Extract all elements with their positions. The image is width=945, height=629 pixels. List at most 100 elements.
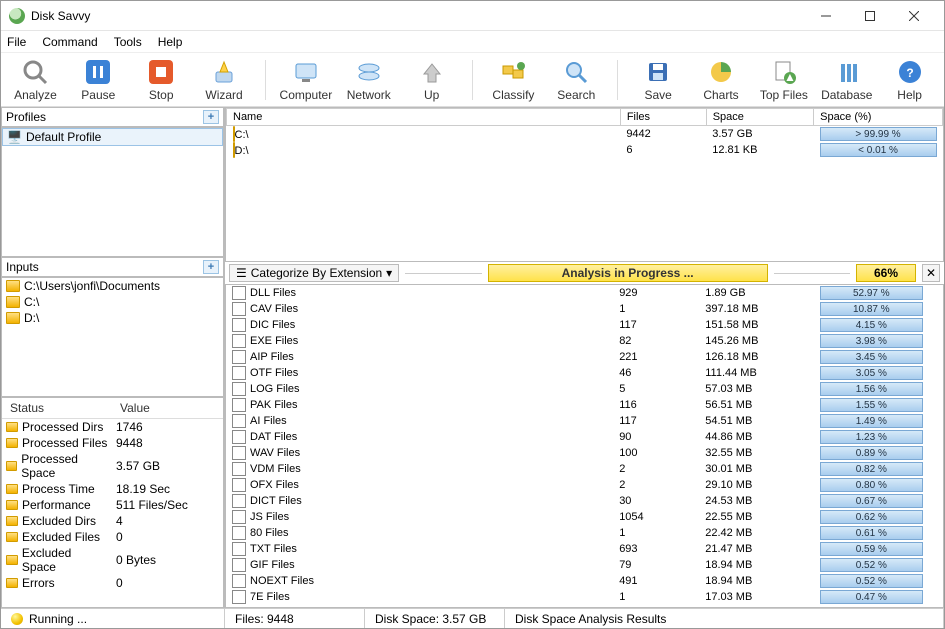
pct-bar: 0.80 %	[820, 478, 923, 492]
database-button[interactable]: Database	[820, 58, 873, 102]
col-space[interactable]: Space	[706, 109, 813, 126]
file-icon	[232, 574, 246, 588]
menu-help[interactable]: Help	[158, 35, 183, 49]
ext-row[interactable]: VDM Files230.01 MB0.82 %	[226, 461, 943, 477]
categorize-dropdown[interactable]: ☰ Categorize By Extension ▾	[229, 264, 399, 282]
pct-bar: 3.45 %	[820, 350, 923, 364]
input-row[interactable]: C:\Users\jonfi\Documents	[2, 278, 223, 294]
stop-button[interactable]: Stop	[135, 58, 188, 102]
ext-row[interactable]: PAK Files11656.51 MB1.55 %	[226, 397, 943, 413]
classify-button[interactable]: Classify	[487, 58, 540, 102]
ext-row[interactable]: JS Files105422.55 MB0.62 %	[226, 509, 943, 525]
computer-button-icon	[292, 58, 320, 86]
ext-row[interactable]: WAV Files10032.55 MB0.89 %	[226, 445, 943, 461]
file-icon	[232, 526, 246, 540]
pause-button[interactable]: Pause	[72, 58, 125, 102]
minimize-button[interactable]	[804, 2, 848, 30]
status-value: 511 Files/Sec	[112, 497, 223, 513]
ext-row[interactable]: TXT Files69321.47 MB0.59 %	[226, 541, 943, 557]
menubar: File Command Tools Help	[1, 31, 944, 53]
save-button-icon	[644, 58, 672, 86]
drive-row[interactable]: D:\612.81 KB< 0.01 %	[227, 142, 943, 158]
extension-list[interactable]: DLL Files9291.89 GB52.97 %CAV Files1397.…	[225, 284, 944, 608]
ext-row[interactable]: DAT Files9044.86 MB1.23 %	[226, 429, 943, 445]
search-button[interactable]: Search	[550, 58, 603, 102]
svg-text:▲: ▲	[784, 70, 796, 84]
col-name[interactable]: Name	[227, 109, 621, 126]
pct-bar: 0.67 %	[820, 494, 923, 508]
analyze-button-icon	[21, 58, 49, 86]
categorize-bar: ☰ Categorize By Extension ▾ Analysis in …	[225, 262, 944, 284]
ext-row[interactable]: 80 Files122.42 MB0.61 %	[226, 525, 943, 541]
profile-label: Default Profile	[26, 130, 101, 144]
status-value: 4	[112, 513, 223, 529]
ext-row[interactable]: CAV Files1397.18 MB10.87 %	[226, 301, 943, 317]
folder-icon	[6, 296, 20, 308]
file-icon	[232, 510, 246, 524]
ext-row[interactable]: AI Files11754.51 MB1.49 %	[226, 413, 943, 429]
ext-row[interactable]: GIF Files7918.94 MB0.52 %	[226, 557, 943, 573]
profile-row[interactable]: 🖥️ Default Profile	[2, 128, 223, 146]
classify-button-icon	[499, 58, 527, 86]
ext-row[interactable]: NOEXT Files49118.94 MB0.52 %	[226, 573, 943, 589]
analyze-button[interactable]: Analyze	[9, 58, 62, 102]
up-button[interactable]: Up	[405, 58, 458, 102]
ext-row[interactable]: OFX Files229.10 MB0.80 %	[226, 477, 943, 493]
pct-bar: 3.05 %	[820, 366, 923, 380]
ext-row[interactable]: DLL Files9291.89 GB52.97 %	[226, 285, 943, 301]
status-label: Processed Dirs	[2, 419, 112, 435]
close-button[interactable]	[892, 2, 936, 30]
status-panel: Status Value Processed Dirs1746Processed…	[1, 397, 224, 608]
folder-icon	[233, 126, 235, 142]
list-icon: ☰	[236, 266, 247, 280]
status-value: 0 Bytes	[112, 545, 223, 575]
col-space-pct[interactable]: Space (%)	[814, 109, 943, 126]
topfiles-button[interactable]: ▲Top Files	[757, 58, 810, 102]
file-icon	[232, 302, 246, 316]
progress-percent: 66%	[856, 264, 916, 282]
close-analysis-button[interactable]: ✕	[922, 264, 940, 282]
menu-tools[interactable]: Tools	[114, 35, 142, 49]
database-button-icon	[833, 58, 861, 86]
file-icon	[232, 558, 246, 572]
window-title: Disk Savvy	[31, 9, 804, 23]
add-profile-button[interactable]: +	[203, 110, 219, 124]
file-icon	[232, 286, 246, 300]
ext-row[interactable]: 7E Files117.03 MB0.47 %	[226, 589, 943, 605]
wizard-button[interactable]: Wizard	[198, 58, 251, 102]
save-button[interactable]: Save	[632, 58, 685, 102]
status-label: Processed Files	[2, 435, 112, 451]
ext-row[interactable]: DIC Files117151.58 MB4.15 %	[226, 317, 943, 333]
file-icon	[232, 382, 246, 396]
ext-row[interactable]: OTF Files46111.44 MB3.05 %	[226, 365, 943, 381]
input-row[interactable]: C:\	[2, 294, 223, 310]
file-icon	[232, 462, 246, 476]
file-icon	[232, 430, 246, 444]
col-files[interactable]: Files	[620, 109, 706, 126]
input-row[interactable]: D:\	[2, 310, 223, 326]
statusbar: Running ... Files: 9448 Disk Space: 3.57…	[1, 608, 944, 628]
status-header-value: Value	[116, 400, 219, 416]
drive-row[interactable]: C:\94423.57 GB> 99.99 %	[227, 126, 943, 143]
menu-file[interactable]: File	[7, 35, 26, 49]
clock-icon	[6, 484, 18, 494]
pct-bar: 0.52 %	[820, 558, 923, 572]
ext-row[interactable]: AIP Files221126.18 MB3.45 %	[226, 349, 943, 365]
status-label: Process Time	[2, 481, 112, 497]
ext-row[interactable]: LOG Files557.03 MB1.56 %	[226, 381, 943, 397]
file-icon	[6, 438, 18, 448]
folder-icon	[6, 422, 18, 432]
maximize-button[interactable]	[848, 2, 892, 30]
toolbar: AnalyzePauseStopWizard ComputerNetworkUp C…	[1, 53, 944, 107]
network-button[interactable]: Network	[342, 58, 395, 102]
ext-row[interactable]: DICT Files3024.53 MB0.67 %	[226, 493, 943, 509]
add-input-button[interactable]: +	[203, 260, 219, 274]
charts-button[interactable]: Charts	[695, 58, 748, 102]
pct-bar: 3.98 %	[820, 334, 923, 348]
status-header-status: Status	[6, 400, 116, 416]
ext-row[interactable]: EXE Files82145.26 MB3.98 %	[226, 333, 943, 349]
computer-button[interactable]: Computer	[279, 58, 332, 102]
inputs-panel: C:\Users\jonfi\DocumentsC:\D:\	[1, 277, 224, 397]
menu-command[interactable]: Command	[42, 35, 97, 49]
help-button[interactable]: ?Help	[883, 58, 936, 102]
